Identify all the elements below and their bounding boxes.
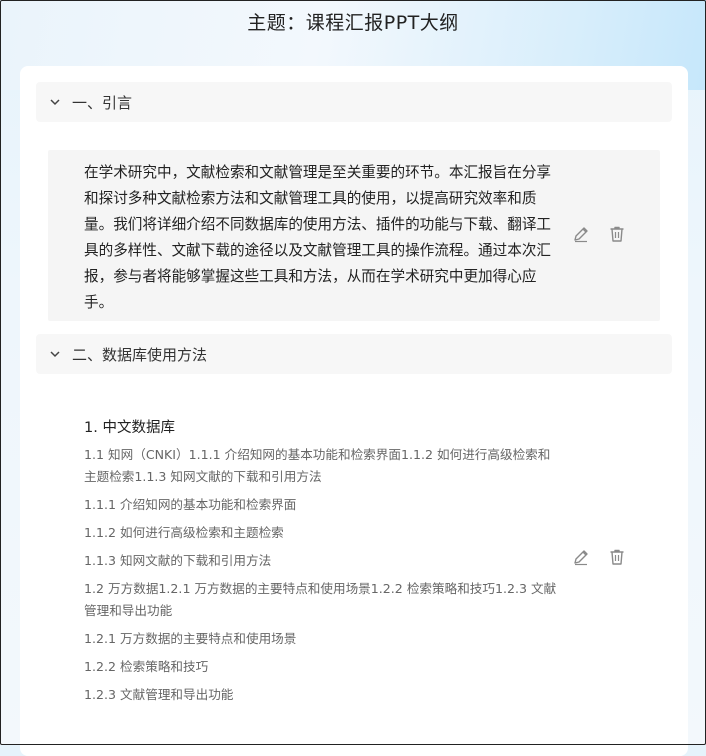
section-content-introduction: 在学术研究中，文献检索和文献管理是至关重要的环节。本汇报旨在分享和探讨多种文献检…: [48, 150, 660, 321]
page-title: 主题：课程汇报PPT大纲: [247, 12, 459, 34]
section-title: 二、数据库使用方法: [72, 345, 208, 364]
chevron-down-icon[interactable]: [48, 347, 62, 361]
trash-icon[interactable]: [607, 224, 627, 244]
outline-item: 1.1.2 如何进行高级检索和主题检索: [84, 525, 284, 540]
outline-card: 一、引言 在学术研究中，文献检索和文献管理是至关重要的环节。本汇报旨在分享和探讨…: [20, 66, 688, 756]
section-content-text: 在学术研究中，文献检索和文献管理是至关重要的环节。本汇报旨在分享和探讨多种文献检…: [84, 164, 552, 311]
subsection-heading: 1. 中文数据库: [84, 420, 175, 436]
outline-item: 1.1 知网（CNKI）1.1.1 介绍知网的基本功能和检索界面1.1.2 如何…: [84, 447, 551, 484]
outline-item: 1.1.1 介绍知网的基本功能和检索界面: [84, 497, 297, 512]
section-title: 一、引言: [72, 93, 133, 112]
content-actions: [571, 224, 627, 244]
outline-item: 1.2.3 文献管理和导出功能: [84, 687, 234, 702]
trash-icon[interactable]: [607, 547, 627, 567]
outline-item: 1.2 万方数据1.2.1 万方数据的主要特点和使用场景1.2.2 检索策略和技…: [84, 581, 557, 618]
pencil-icon[interactable]: [571, 224, 591, 244]
chevron-down-icon[interactable]: [48, 95, 62, 109]
section-header-database-methods[interactable]: 二、数据库使用方法: [36, 334, 672, 374]
outline-item: 1.2.2 检索策略和技巧: [84, 659, 209, 674]
content-actions: [571, 547, 627, 567]
outline-item: 1.1.3 知网文献的下载和引用方法: [84, 553, 272, 568]
pencil-icon[interactable]: [571, 547, 591, 567]
outline-item: 1.2.1 万方数据的主要特点和使用场景: [84, 631, 297, 646]
outline-item-list: 1.1 知网（CNKI）1.1.1 介绍知网的基本功能和检索界面1.1.2 如何…: [84, 444, 559, 712]
section-header-introduction[interactable]: 一、引言: [36, 82, 672, 122]
